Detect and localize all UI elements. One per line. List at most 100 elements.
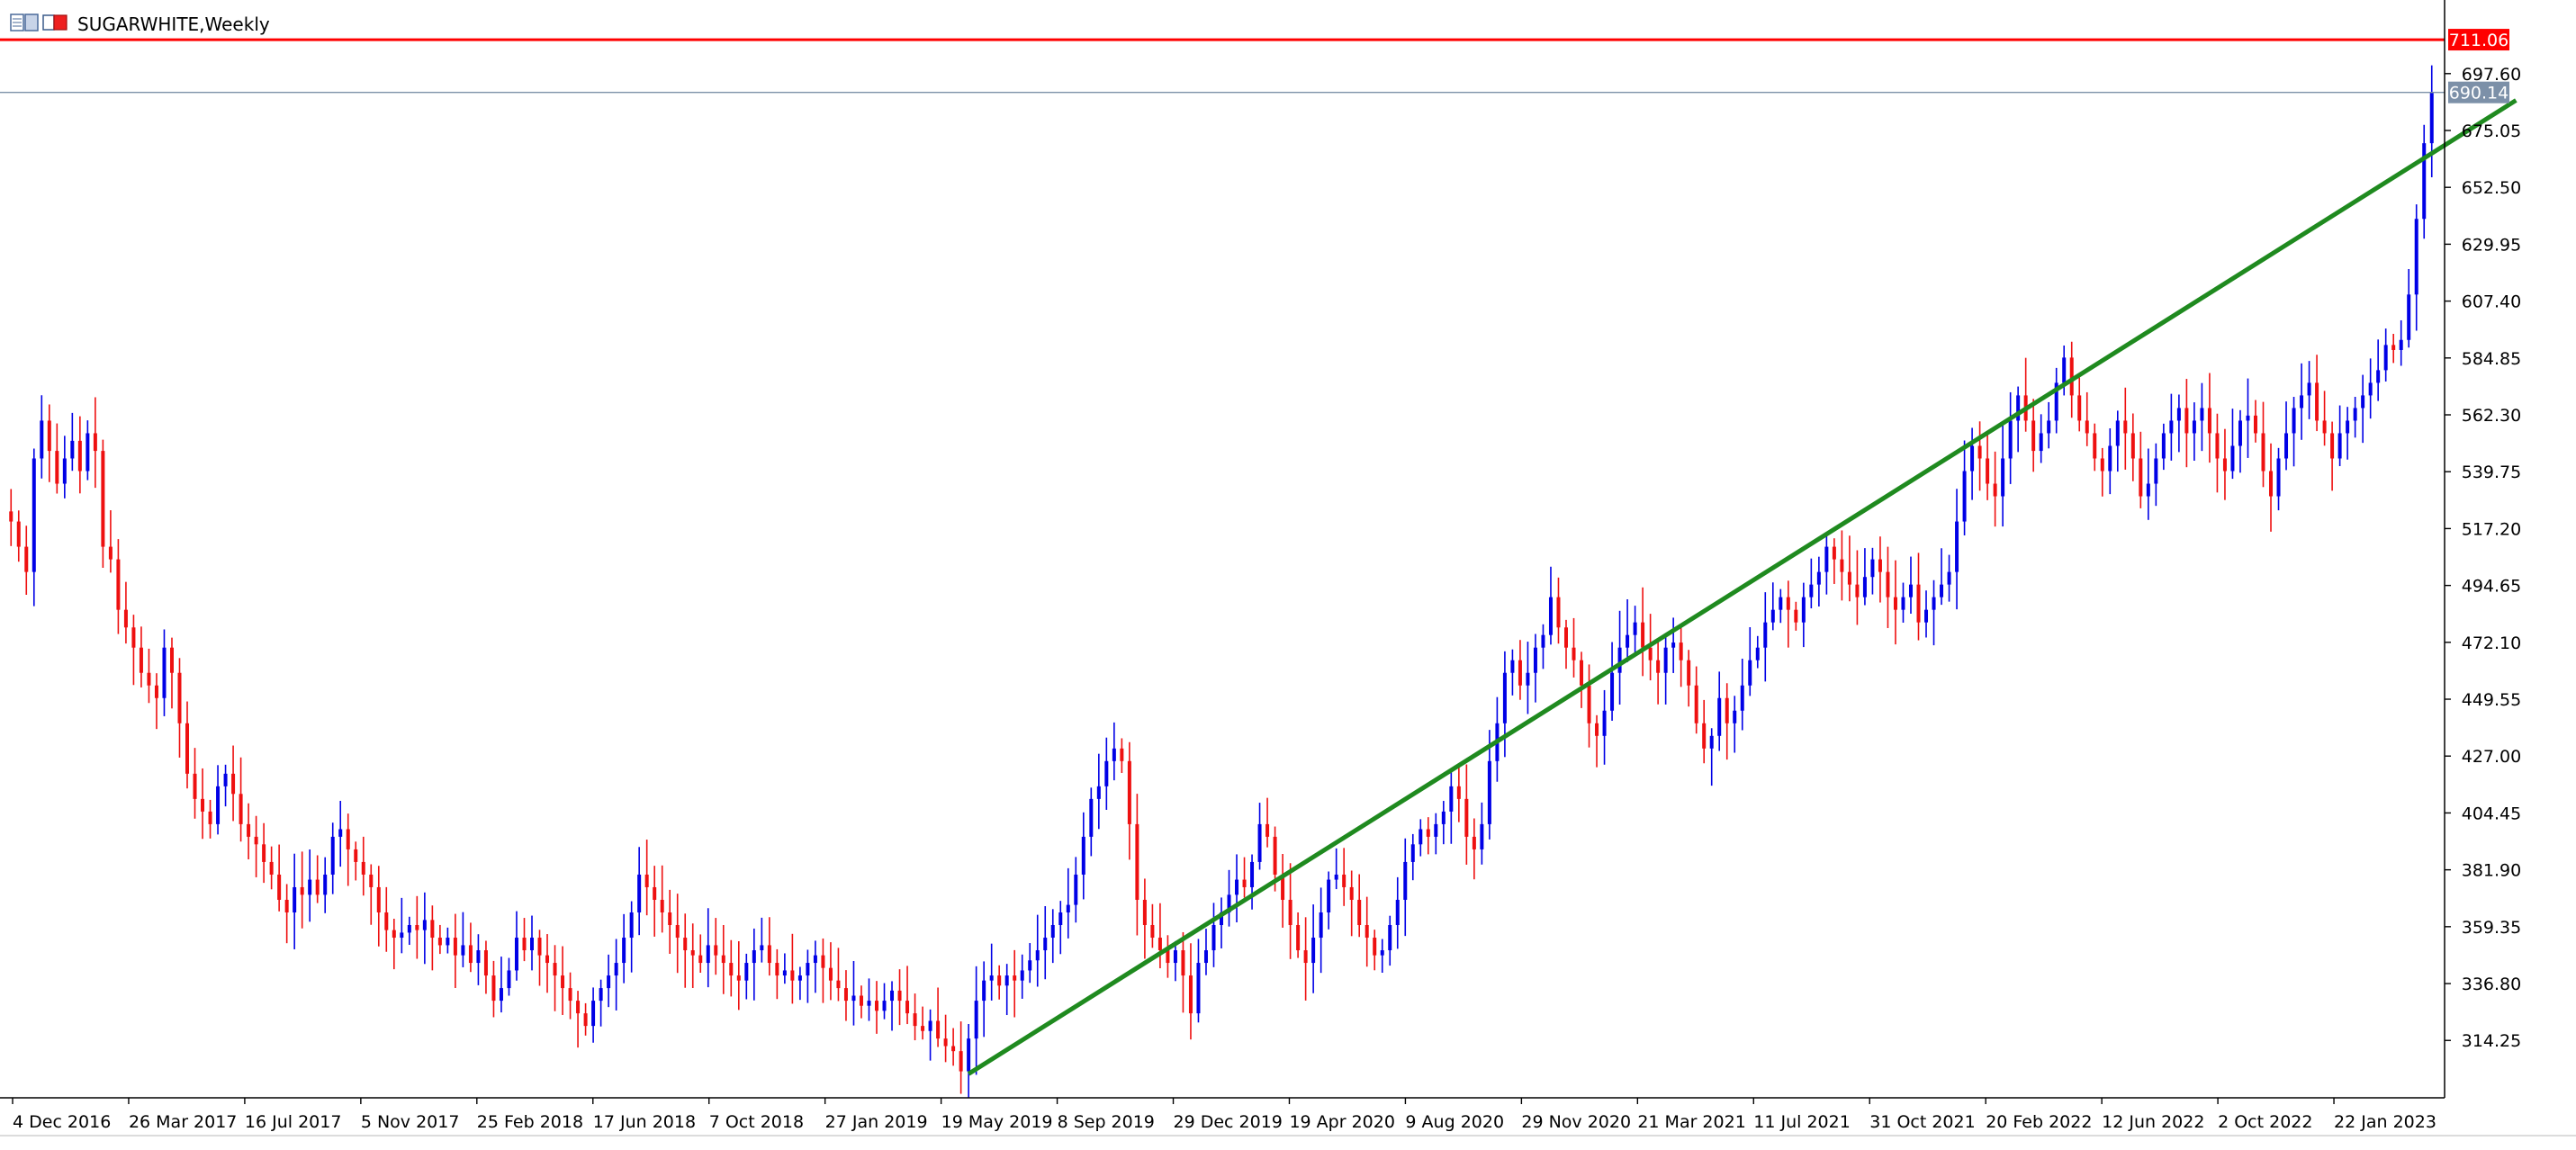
candle-body xyxy=(928,1020,932,1031)
candle-body xyxy=(1809,584,1814,597)
candle-body xyxy=(1986,458,1990,484)
candle-body xyxy=(1725,697,1729,723)
candle-body xyxy=(55,451,59,484)
candle-body xyxy=(1801,597,1806,623)
candle-body xyxy=(1548,597,1553,635)
candle-body xyxy=(1043,938,1048,951)
current-price-tag-text: 690.14 xyxy=(2449,84,2508,103)
candle-body xyxy=(653,886,657,900)
candle-body xyxy=(875,1001,879,1011)
candle-body xyxy=(591,1001,596,1027)
candle-body xyxy=(943,1038,948,1047)
candle-body xyxy=(1901,597,1905,610)
candle-body xyxy=(2300,395,2304,409)
candle-body xyxy=(1135,823,1139,900)
candle-body xyxy=(629,912,634,939)
price-chart[interactable]: 697.60 675.05 652.50 629.95 607.40 584.85 562.… xyxy=(0,0,2576,1146)
candle-body xyxy=(1694,685,1698,723)
candle-body xyxy=(1924,609,1929,623)
candle-body xyxy=(851,995,856,1002)
candle-body xyxy=(775,963,779,976)
x-tick-label: 4 Dec 2016 xyxy=(13,1112,111,1132)
candle-body xyxy=(1847,571,1851,585)
y-tick-label: 697.60 xyxy=(2462,65,2521,85)
candle-body xyxy=(1533,647,1537,673)
y-tick-label: 449.55 xyxy=(2462,690,2521,710)
candle-body xyxy=(415,925,419,930)
candle-body xyxy=(1886,571,1890,597)
candle-body xyxy=(1434,823,1438,837)
candle-body xyxy=(223,773,228,786)
candle-body xyxy=(698,955,703,964)
chart-window[interactable]: 697.60 675.05 652.50 629.95 607.40 584.85 562.… xyxy=(0,0,2576,1146)
candle-body xyxy=(622,938,626,964)
x-tick-label: 19 Apr 2020 xyxy=(1289,1112,1394,1132)
candle-body xyxy=(269,861,274,875)
candle-body xyxy=(1970,445,1975,472)
resistance-price-tag: 711.06 xyxy=(2448,29,2509,51)
x-tick-label: 9 Aug 2020 xyxy=(1405,1112,1504,1132)
candle-body xyxy=(537,938,542,956)
candle-body xyxy=(384,912,389,930)
candle-body xyxy=(2414,219,2418,295)
candle-body xyxy=(859,995,863,1006)
candle-body xyxy=(392,930,396,939)
candle-body xyxy=(607,975,611,989)
candle-body xyxy=(760,945,764,951)
candle-body xyxy=(2422,143,2427,220)
candle-body xyxy=(599,988,603,1002)
candle-body xyxy=(2230,445,2235,472)
candle-body xyxy=(461,945,465,956)
candle-body xyxy=(1580,660,1584,686)
candle-body xyxy=(2161,433,2166,459)
candle-body xyxy=(1096,786,1101,799)
candle-body xyxy=(2246,415,2250,421)
candle-body xyxy=(1916,584,1921,623)
candle-body xyxy=(668,912,672,926)
candle-body xyxy=(2108,445,2112,472)
candle-body xyxy=(828,967,833,981)
candle-body xyxy=(1955,521,1959,572)
candle-body xyxy=(974,1001,978,1039)
candle-body xyxy=(1050,925,1055,939)
y-tick-label: 314.25 xyxy=(2462,1031,2521,1051)
candle-body xyxy=(897,990,902,1002)
candle-body xyxy=(446,938,450,946)
candle-body xyxy=(1013,975,1017,981)
x-tick-label: 5 Nov 2017 xyxy=(361,1112,460,1132)
candle-body xyxy=(101,451,105,547)
candle-body xyxy=(951,1046,956,1052)
candle-body xyxy=(1755,647,1760,660)
x-tick-label: 11 Jul 2021 xyxy=(1753,1112,1851,1132)
candle-body xyxy=(2093,433,2097,459)
candle-body xyxy=(1058,912,1063,926)
candle-body xyxy=(2284,433,2289,459)
candle-body xyxy=(1166,950,1170,964)
candle-body xyxy=(576,1001,581,1014)
symbol-toggle-icon[interactable] xyxy=(42,14,68,31)
candle-body xyxy=(1349,886,1354,900)
candle-body xyxy=(936,1020,941,1039)
candle-body xyxy=(1257,823,1262,862)
candle-body xyxy=(2253,415,2257,434)
candle-body xyxy=(1173,950,1177,964)
candle-body xyxy=(131,627,136,648)
candle-body xyxy=(1319,912,1323,939)
candle-body xyxy=(1311,938,1316,964)
candle-body xyxy=(468,945,473,964)
candle-body xyxy=(2176,408,2181,421)
candle-body xyxy=(1028,960,1032,971)
candle-body xyxy=(1211,925,1216,951)
candle-body xyxy=(1403,861,1408,900)
candle-body xyxy=(2039,433,2043,452)
candle-body xyxy=(1595,723,1599,736)
candle-body xyxy=(1855,584,1860,597)
candle-body xyxy=(1250,861,1255,887)
x-tick-label: 22 Jan 2023 xyxy=(2334,1112,2436,1132)
candle-body xyxy=(2215,433,2220,459)
candle-body xyxy=(821,955,825,968)
candle-body xyxy=(1633,622,1637,635)
candle-body xyxy=(1288,899,1293,926)
candle-body xyxy=(882,1001,887,1011)
candle-body xyxy=(1296,925,1301,951)
